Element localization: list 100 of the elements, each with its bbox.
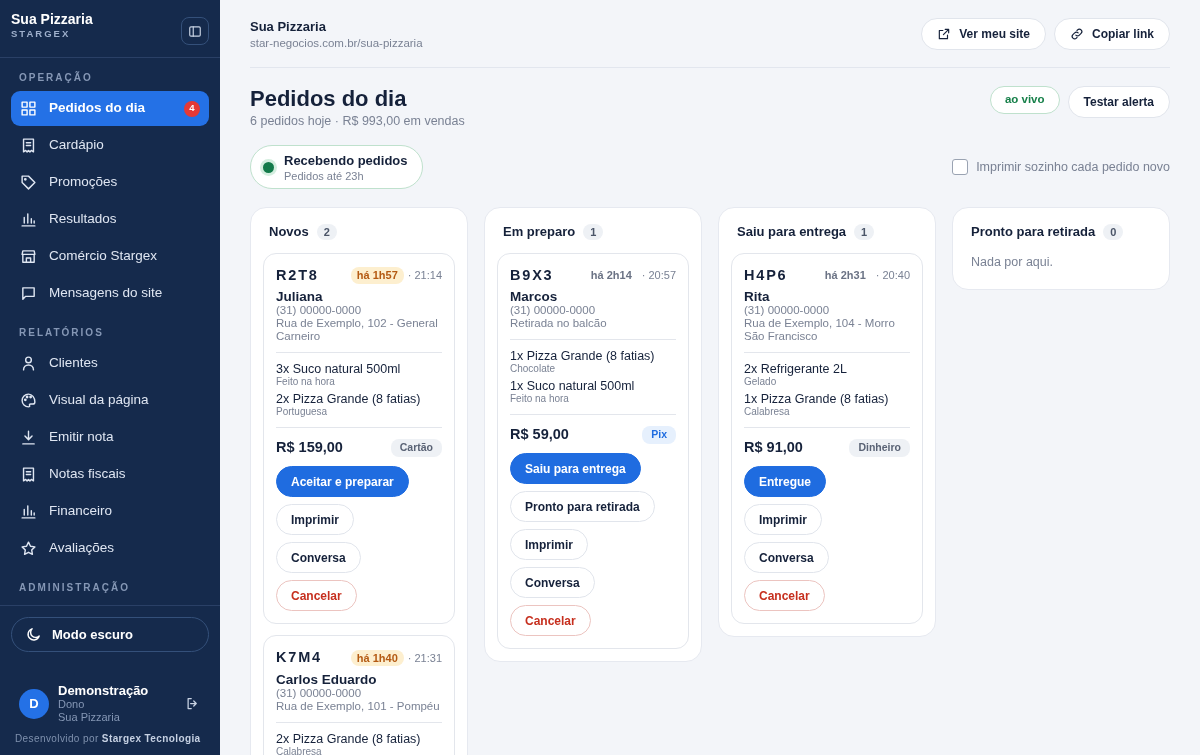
store-url: star-negocios.com.br/sua-pizzaria (250, 36, 423, 50)
brand-subtitle: STARGEX (11, 27, 72, 41)
item-note: Feito na hora (276, 376, 336, 389)
customer-name: Marcos (510, 289, 559, 305)
sidebar-toggle-button[interactable] (181, 17, 209, 45)
nav-item[interactable]: Resultados (11, 202, 209, 237)
cancel-button[interactable]: Cancelar (744, 580, 825, 611)
status-subtitle: Pedidos até 23h (284, 170, 365, 184)
section-label: OPERAÇÃO (18, 70, 94, 85)
item-note: Calabresa (744, 406, 791, 419)
tag-icon (20, 174, 37, 191)
payment-method: Dinheiro (849, 439, 910, 457)
nav-item[interactable]: Promoções (11, 165, 209, 200)
download-icon (20, 429, 37, 446)
store-name: Sua Pizzaria (250, 18, 327, 37)
section-label: ADMINISTRAÇÃO (18, 580, 131, 595)
customer-address: Rua de Exemplo, 102 - General Carneiro (276, 317, 439, 344)
nav-item[interactable]: Cardápio (11, 128, 209, 163)
order-time: · 21:31 (407, 650, 442, 666)
external-link-icon (937, 26, 952, 41)
item-name: 1x Pizza Grande (8 fatias) (510, 349, 656, 364)
action-button[interactable]: Conversa (744, 542, 829, 573)
copy-link-button[interactable]: Copiar link (1054, 17, 1170, 50)
payment-method: Cartão (390, 439, 442, 457)
action-button[interactable]: Conversa (276, 542, 361, 573)
customer-name: Rita (744, 289, 771, 305)
customer-address: Retirada no balcão (510, 317, 608, 331)
primary-action-button[interactable]: Saiu para entrega (510, 453, 641, 484)
avatar: D (19, 688, 49, 719)
nav-item[interactable]: Mensagens do site (11, 276, 209, 311)
checkbox[interactable] (952, 159, 969, 175)
customer-phone: (31) 00000-0000 (276, 304, 363, 318)
item-note: Portuguesa (276, 406, 329, 419)
page-title: Pedidos do dia (250, 86, 408, 112)
customer-phone: (31) 00000-0000 (276, 686, 363, 700)
brand-name: Sua Pizzaria (11, 11, 93, 27)
order-time: · 20:40 (875, 268, 910, 284)
order-time: · 20:57 (641, 268, 676, 284)
logout-icon[interactable] (185, 696, 200, 711)
user-role: Dono (58, 698, 86, 711)
action-button[interactable]: Conversa (510, 567, 595, 598)
status-title: Recebendo pedidos (284, 151, 408, 170)
action-button[interactable]: Imprimir (744, 504, 822, 535)
item-name: 2x Pizza Grande (8 fatias) (276, 731, 422, 746)
item-note: Feito na hora (510, 393, 570, 406)
order-code: K7M4 (276, 648, 322, 667)
bar-chart-icon (20, 503, 37, 520)
primary-action-button[interactable]: Entregue (744, 466, 826, 497)
message-icon (20, 285, 37, 302)
nav-item[interactable]: Clientes (11, 346, 209, 381)
column-title: Saiu para entrega (737, 223, 847, 241)
item-name: 2x Refrigerante 2L (744, 362, 848, 377)
test-alert-button[interactable]: Testar alerta (1067, 86, 1170, 118)
column-title: Pronto para retirada (971, 223, 1096, 241)
store-icon (20, 248, 37, 265)
bar-chart-icon (20, 211, 37, 228)
star-icon (20, 540, 37, 557)
store-status-pill[interactable]: Recebendo pedidos Pedidos até 23h (250, 145, 423, 189)
elapsed-time: há 2h14 (589, 268, 633, 284)
item-name: 2x Pizza Grande (8 fatias) (276, 392, 422, 407)
item-note: Gelado (744, 376, 778, 389)
action-button[interactable]: Imprimir (276, 504, 354, 535)
action-button[interactable]: Pronto para retirada (510, 491, 655, 522)
item-name: 1x Pizza Grande (8 fatias) (744, 392, 890, 407)
person-icon (20, 355, 37, 372)
user-name: Demonstração (58, 683, 150, 698)
count-badge: 2 (316, 223, 337, 240)
order-total: R$ 59,00 (510, 425, 569, 445)
action-button[interactable]: Imprimir (510, 529, 588, 560)
nav-item[interactable]: Comércio Stargex (11, 239, 209, 274)
cancel-button[interactable]: Cancelar (510, 605, 591, 636)
receipt-icon (20, 466, 37, 483)
nav-item[interactable]: Emitir nota (11, 420, 209, 455)
customer-name: Juliana (276, 289, 324, 305)
moon-icon (25, 626, 42, 643)
nav-item[interactable]: Notas fiscais (11, 457, 209, 492)
nav-item[interactable]: Financeiro (11, 494, 209, 529)
empty-message: Nada por aqui. (970, 253, 1054, 271)
order-code: R2T8 (276, 265, 319, 285)
user-store: Sua Pizzaria (58, 711, 121, 724)
order-total: R$ 91,00 (744, 438, 803, 458)
nav-item[interactable]: Visual da página (11, 383, 209, 418)
nav-item[interactable]: Avaliações (11, 531, 209, 566)
item-name: 3x Suco natural 500ml (276, 362, 402, 377)
cancel-button[interactable]: Cancelar (276, 580, 357, 611)
live-indicator: ao vivo (989, 86, 1060, 114)
open-site-button[interactable]: Ver meu site (921, 17, 1046, 50)
sidebar-icon (188, 23, 202, 39)
elapsed-time: há 1h57 (350, 267, 404, 284)
item-note: Chocolate (510, 363, 557, 376)
elapsed-time: há 1h40 (350, 649, 404, 667)
column-title: Novos (269, 223, 309, 241)
footer-credit: Desenvolvido por Stargex Tecnologia (14, 732, 202, 746)
customer-address: Rua de Exemplo, 104 - Morro São Francisco (744, 317, 896, 344)
count-badge: 1 (854, 223, 875, 240)
payment-method: Pix (642, 426, 676, 444)
primary-action-button[interactable]: Aceitar e preparar (276, 466, 409, 497)
customer-phone: (31) 00000-0000 (744, 304, 831, 318)
count-badge: 4 (184, 100, 200, 117)
nav-item[interactable]: Pedidos do dia 4 (11, 91, 209, 126)
